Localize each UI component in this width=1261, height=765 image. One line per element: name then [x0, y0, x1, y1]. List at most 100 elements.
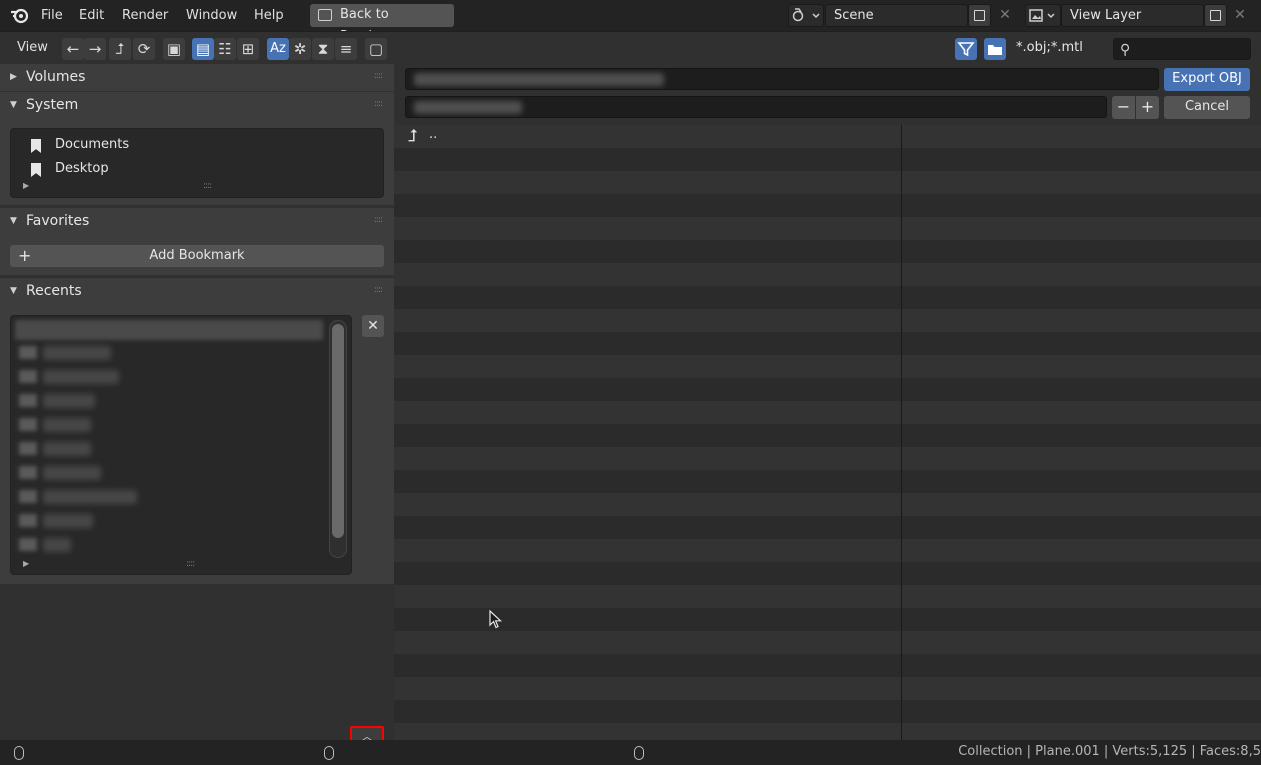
expanded-triangle-icon: ▼ [10, 216, 17, 226]
view-layer-remove-icon[interactable]: ✕ [1230, 4, 1250, 27]
list-item[interactable] [43, 490, 137, 504]
list-item[interactable] [43, 538, 71, 552]
favorites-label: Favorites [26, 213, 90, 229]
sort-extension-icon[interactable]: ✲ [289, 38, 311, 60]
sort-time-icon[interactable]: ⧗ [312, 38, 334, 60]
folder-icon [19, 466, 37, 479]
file-row [394, 723, 1261, 740]
decrement-filename-button[interactable]: − [1112, 96, 1135, 119]
file-row [394, 240, 1261, 263]
list-item[interactable] [43, 370, 119, 384]
menu-edit[interactable]: Edit [79, 0, 104, 31]
view-menu[interactable]: View [17, 40, 48, 55]
list-item[interactable] [43, 466, 101, 480]
list-item[interactable]: Desktop [31, 158, 331, 180]
file-row [394, 585, 1261, 608]
view-layer-duplicate-button[interactable] [1204, 4, 1227, 27]
filename-redacted [414, 101, 522, 114]
folder-icon [19, 538, 37, 551]
filter-glob-text[interactable]: *.obj;*.mtl [1016, 40, 1083, 55]
recents-scrollbar-thumb[interactable] [332, 324, 344, 538]
parent-directory-label: .. [429, 127, 438, 142]
list-item[interactable] [43, 346, 111, 360]
sort-alpha-icon[interactable]: Az [267, 38, 289, 60]
list-item[interactable] [43, 514, 93, 528]
menu-window[interactable]: Window [186, 0, 237, 31]
back-to-previous-button[interactable]: Back to Previous [310, 4, 454, 44]
thumbnails-icon[interactable]: ⊞ [237, 38, 259, 60]
increment-filename-button[interactable]: + [1136, 96, 1159, 119]
duplicate-icon [1210, 10, 1221, 21]
system-item-label: Documents [55, 137, 130, 152]
parent-directory-icon: ⮥ [408, 126, 419, 146]
drag-grip-icon[interactable]: :::: [374, 285, 383, 295]
system-label: System [26, 97, 79, 113]
system-panel-header[interactable]: ▼ System :::: [0, 92, 394, 119]
folder-icon [19, 490, 37, 503]
export-obj-button[interactable]: Export OBJ [1164, 68, 1250, 91]
menu-help[interactable]: Help [254, 0, 284, 31]
list-resize-grip-icon[interactable]: :::: [203, 181, 212, 191]
mouse-middle-icon [324, 746, 334, 760]
file-row [394, 493, 1261, 516]
file-row [394, 401, 1261, 424]
new-folder-icon[interactable]: ▣ [163, 38, 185, 60]
file-row [394, 608, 1261, 631]
list-expand-icon[interactable]: ▶ [23, 181, 29, 190]
list-item[interactable] [43, 394, 95, 408]
view-layer-name-field[interactable]: View Layer [1061, 4, 1204, 27]
scene-name-field[interactable]: Scene [825, 4, 968, 27]
file-row [394, 332, 1261, 355]
volumes-panel-header[interactable]: ▶ Volumes :::: [0, 64, 394, 91]
expanded-triangle-icon: ▼ [10, 286, 17, 296]
filter-icon[interactable] [955, 38, 977, 60]
list-expand-icon[interactable]: ▶ [23, 559, 29, 568]
duplicate-icon [974, 10, 985, 21]
system-list: Documents Desktop ▶ :::: [10, 128, 384, 198]
add-bookmark-button[interactable]: + Add Bookmark [10, 245, 384, 267]
scene-duplicate-button[interactable] [968, 4, 991, 27]
cancel-button[interactable]: Cancel [1164, 96, 1250, 119]
scene-browse-button[interactable] [788, 4, 824, 27]
list-item[interactable]: Documents [31, 134, 331, 156]
folder-icon [19, 394, 37, 407]
folder-icon [19, 514, 37, 527]
column-divider[interactable] [901, 125, 902, 740]
vertical-list-icon[interactable]: ▤ [192, 38, 214, 60]
sort-size-icon[interactable]: ≡ [335, 38, 357, 60]
clear-recents-button[interactable]: ✕ [362, 315, 384, 337]
view-layer-browse-button[interactable] [1025, 4, 1061, 27]
mouse-cursor-icon [489, 610, 503, 629]
nav-back-icon[interactable]: ← [62, 38, 84, 60]
add-bookmark-label: Add Bookmark [149, 248, 245, 263]
search-input[interactable]: ⚲ [1113, 38, 1251, 60]
folder-icon [19, 442, 37, 455]
blender-logo-icon[interactable] [10, 0, 32, 31]
drag-grip-icon[interactable]: :::: [374, 71, 383, 81]
toggle-hidden-icon[interactable]: ▢ [365, 38, 387, 60]
directory-path-input[interactable] [405, 68, 1159, 90]
list-item[interactable] [43, 442, 91, 456]
recents-panel-header[interactable]: ▼ Recents :::: [0, 278, 394, 305]
favorites-panel-header[interactable]: ▼ Favorites :::: [0, 208, 394, 235]
nav-forward-icon[interactable]: → [84, 38, 106, 60]
file-row [394, 217, 1261, 240]
back-screen-icon [318, 9, 332, 21]
folder-icon [19, 346, 37, 359]
menu-file[interactable]: File [41, 0, 63, 31]
menu-render[interactable]: Render [122, 0, 168, 31]
list-item[interactable] [15, 320, 323, 340]
filter-folder-icon[interactable] [984, 38, 1006, 60]
file-row [394, 516, 1261, 539]
refresh-icon[interactable]: ⟳ [133, 38, 155, 60]
file-row [394, 677, 1261, 700]
filename-input[interactable] [405, 96, 1107, 118]
horizontal-list-icon[interactable]: ☷ [214, 38, 236, 60]
file-row[interactable]: ⮥ .. [394, 125, 1261, 148]
list-item[interactable] [43, 418, 91, 432]
scene-remove-icon[interactable]: ✕ [995, 4, 1015, 27]
parent-directory-icon[interactable]: ⮥ [109, 38, 131, 60]
drag-grip-icon[interactable]: :::: [374, 99, 383, 109]
drag-grip-icon[interactable]: :::: [374, 215, 383, 225]
list-resize-grip-icon[interactable]: :::: [186, 559, 195, 569]
